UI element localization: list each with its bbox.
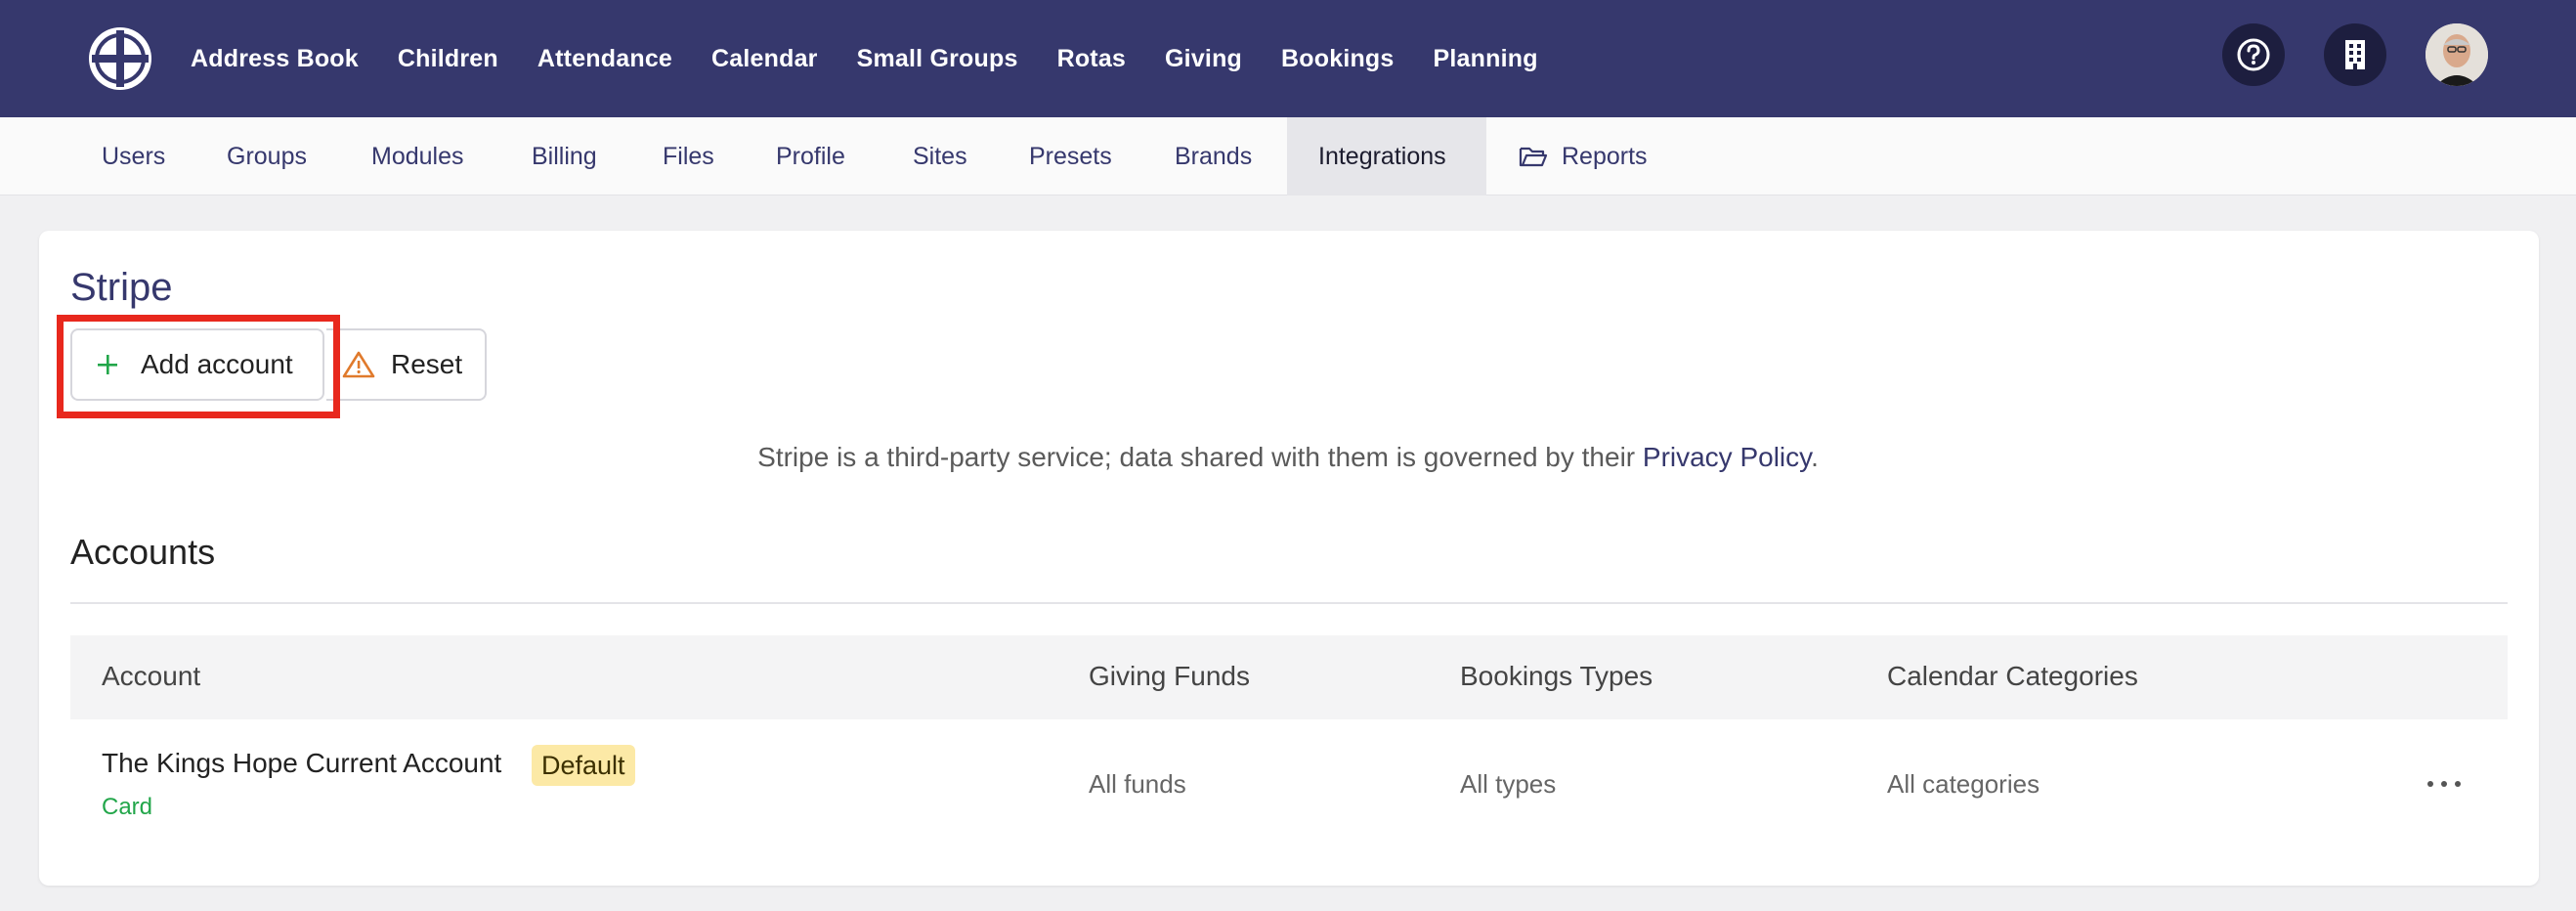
building-icon[interactable] xyxy=(2324,23,2386,86)
section-divider xyxy=(70,602,2508,604)
nav-small-groups[interactable]: Small Groups xyxy=(857,45,1018,73)
column-header-account: Account xyxy=(102,661,201,691)
nav-children[interactable]: Children xyxy=(398,45,498,73)
privacy-notice: Stripe is a third-party service; data sh… xyxy=(0,442,2576,473)
tab-presets[interactable]: Presets xyxy=(998,117,1143,195)
nav-giving[interactable]: Giving xyxy=(1165,45,1242,73)
tab-groups[interactable]: Groups xyxy=(195,117,338,195)
nav-planning[interactable]: Planning xyxy=(1434,45,1538,73)
tab-modules[interactable]: Modules xyxy=(340,117,495,195)
nav-attendance[interactable]: Attendance xyxy=(537,45,672,73)
giving-funds-value: All funds xyxy=(1089,769,1186,799)
nav-rotas[interactable]: Rotas xyxy=(1057,45,1126,73)
column-header-calendar-categories: Calendar Categories xyxy=(1887,661,2138,691)
account-name[interactable]: The Kings Hope Current Account xyxy=(102,748,501,779)
payment-method-label: Card xyxy=(102,794,153,820)
page-title: Stripe xyxy=(70,266,173,309)
more-options-icon[interactable] xyxy=(2427,764,2461,803)
tab-integrations[interactable]: Integrations xyxy=(1287,117,1486,195)
nav-calendar[interactable]: Calendar xyxy=(711,45,818,73)
logo-icon[interactable] xyxy=(86,24,154,93)
tab-brands[interactable]: Brands xyxy=(1143,117,1283,195)
tab-files[interactable]: Files xyxy=(631,117,746,195)
calendar-categories-value: All categories xyxy=(1887,769,2040,799)
privacy-notice-text: Stripe is a third-party service; data sh… xyxy=(757,442,1643,472)
default-badge: Default xyxy=(532,745,635,786)
top-navbar: Address Book Children Attendance Calenda… xyxy=(0,0,2576,117)
reset-label: Reset xyxy=(391,349,463,379)
tab-billing[interactable]: Billing xyxy=(500,117,628,195)
reset-button[interactable]: Reset xyxy=(326,328,487,401)
tab-profile[interactable]: Profile xyxy=(745,117,877,195)
privacy-notice-end: . xyxy=(1811,442,1819,472)
tab-reports[interactable]: Reports xyxy=(1487,117,1679,195)
tab-reports-label: Reports xyxy=(1562,142,1648,170)
accounts-heading: Accounts xyxy=(70,532,216,572)
privacy-policy-link[interactable]: Privacy Policy xyxy=(1643,442,1811,472)
settings-subnav: Users Groups Modules Billing Files Profi… xyxy=(0,117,2576,195)
column-header-giving-funds: Giving Funds xyxy=(1089,661,1250,691)
tab-users[interactable]: Users xyxy=(70,117,196,195)
main-nav: Address Book Children Attendance Calenda… xyxy=(191,0,1577,117)
folder-open-icon xyxy=(1519,145,1548,168)
nav-address-book[interactable]: Address Book xyxy=(191,45,359,73)
column-header-bookings-types: Bookings Types xyxy=(1460,661,1653,691)
highlight-box xyxy=(57,315,340,418)
table-header xyxy=(70,635,2508,719)
tab-sites[interactable]: Sites xyxy=(881,117,999,195)
avatar[interactable] xyxy=(2426,23,2488,86)
warning-icon xyxy=(342,350,375,379)
help-icon[interactable] xyxy=(2222,23,2285,86)
bookings-types-value: All types xyxy=(1460,769,1557,799)
nav-bookings[interactable]: Bookings xyxy=(1281,45,1395,73)
